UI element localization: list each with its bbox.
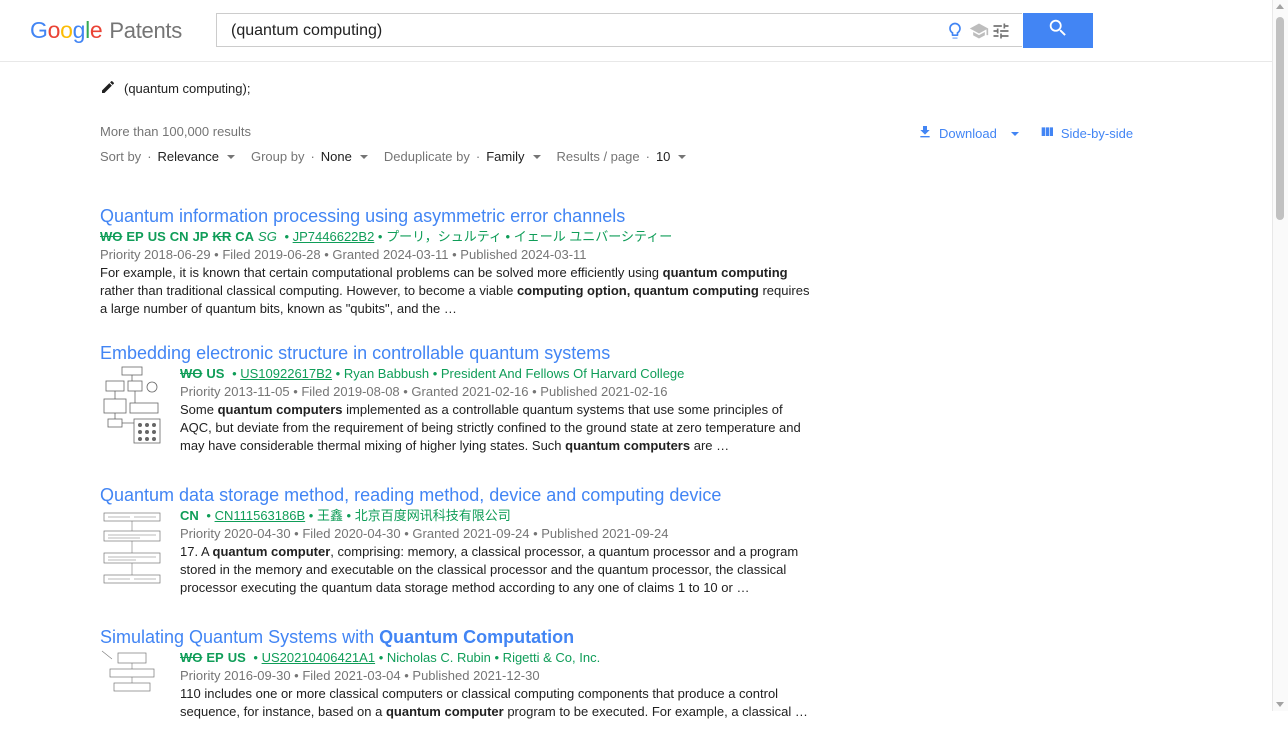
result-title[interactable]: Quantum data storage method, reading met… xyxy=(100,484,820,506)
result-item: Quantum data storage method, reading met… xyxy=(100,484,820,597)
scroll-up-arrow-icon[interactable] xyxy=(1276,4,1284,9)
result-assignees: 王鑫 • 北京百度网讯科技有限公司 xyxy=(317,508,511,523)
patent-drawing-thumbnail[interactable] xyxy=(100,365,162,447)
results-per-page-dropdown[interactable]: Results / page·10 xyxy=(557,149,687,164)
publication-number-link[interactable]: JP7446622B2 xyxy=(293,229,375,244)
caret-down-icon xyxy=(678,155,686,159)
result-snippet: Some quantum computers implemented as a … xyxy=(180,401,810,455)
lightbulb-icon[interactable] xyxy=(945,21,965,41)
result-line-countries: WOEPUS • US20210406421A1 • Nicholas C. R… xyxy=(180,649,810,667)
download-icon xyxy=(917,124,933,143)
result-item: Simulating Quantum Systems with Quantum … xyxy=(100,626,820,731)
result-snippet: 17. A quantum computer, comprising: memo… xyxy=(180,543,810,597)
sort-bar: Sort by·Relevance Group by·None Deduplic… xyxy=(100,149,702,164)
result-line-countries: WOEPUSCNJPKRCASG • JP7446622B2 • プーリ，シュル… xyxy=(100,228,810,246)
result-meta: WOEPUSCNJPKRCASG • JP7446622B2 • プーリ，シュル… xyxy=(100,228,810,318)
search-box[interactable] xyxy=(216,13,1022,47)
school-icon[interactable] xyxy=(969,21,989,41)
result-dates: Priority 2020-04-30 • Filed 2020-04-30 •… xyxy=(180,525,810,543)
side-by-side-button[interactable]: Side-by-side xyxy=(1039,124,1133,143)
header: GooglePatents xyxy=(0,0,1288,62)
result-title[interactable]: Simulating Quantum Systems with Quantum … xyxy=(100,626,820,648)
group-by-dropdown[interactable]: Group by·None xyxy=(251,149,368,164)
logo-product: Patents xyxy=(109,18,182,43)
results-count: More than 100,000 results xyxy=(100,124,251,139)
result-dates: Priority 2013-11-05 • Filed 2019-08-08 •… xyxy=(180,383,810,401)
result-item: Embedding electronic structure in contro… xyxy=(100,342,820,455)
google-patents-logo[interactable]: GooglePatents xyxy=(30,17,182,44)
caret-down-icon xyxy=(360,155,368,159)
result-assignees: Ryan Babbush • President And Fellows Of … xyxy=(344,366,685,381)
query-text: (quantum computing); xyxy=(124,81,250,96)
caret-down-icon xyxy=(1011,132,1019,136)
page-scrollbar[interactable] xyxy=(1272,0,1288,711)
result-line-countries: WOUS • US10922617B2 • Ryan Babbush • Pre… xyxy=(180,365,810,383)
download-button[interactable]: Download xyxy=(917,124,1019,143)
publication-number-link[interactable]: US10922617B2 xyxy=(240,366,332,381)
patent-drawing-thumbnail[interactable] xyxy=(100,507,162,589)
pencil-icon[interactable] xyxy=(100,79,116,98)
result-snippet: For example, it is known that certain co… xyxy=(100,264,810,318)
result-assignees: Nicholas C. Rubin • Rigetti & Co, Inc. xyxy=(387,650,600,665)
result-actions: Download Side-by-side xyxy=(917,124,1133,143)
scrollbar-thumb[interactable] xyxy=(1276,17,1284,220)
view-columns-icon xyxy=(1039,124,1055,143)
scroll-down-arrow-icon[interactable] xyxy=(1276,702,1284,707)
caret-down-icon xyxy=(533,155,541,159)
result-title[interactable]: Embedding electronic structure in contro… xyxy=(100,342,820,364)
result-meta: WOUS • US10922617B2 • Ryan Babbush • Pre… xyxy=(180,365,810,455)
result-item: Quantum information processing using asy… xyxy=(100,205,820,318)
tune-icon[interactable] xyxy=(991,21,1011,41)
caret-down-icon xyxy=(227,155,235,159)
result-snippet: 110 includes one or more classical compu… xyxy=(180,685,810,721)
result-dates: Priority 2018-06-29 • Filed 2019-06-28 •… xyxy=(100,246,810,264)
result-assignees: プーリ，シュルティ • イェール ユニバーシティー xyxy=(386,229,672,244)
deduplicate-by-dropdown[interactable]: Deduplicate by·Family xyxy=(384,149,541,164)
search-icon xyxy=(1047,17,1069,44)
result-title[interactable]: Quantum information processing using asy… xyxy=(100,205,820,227)
result-meta: WOEPUS • US20210406421A1 • Nicholas C. R… xyxy=(180,649,810,731)
result-meta: CN • CN111563186B • 王鑫 • 北京百度网讯科技有限公司 Pr… xyxy=(180,507,810,597)
search-button[interactable] xyxy=(1023,13,1093,48)
publication-number-link[interactable]: CN111563186B xyxy=(215,508,306,523)
search-input[interactable] xyxy=(229,20,933,42)
publication-number-link[interactable]: US20210406421A1 xyxy=(262,650,376,665)
query-chip[interactable]: (quantum computing); xyxy=(100,79,250,98)
patent-drawing-thumbnail[interactable] xyxy=(100,649,162,731)
sort-by-dropdown[interactable]: Sort by·Relevance xyxy=(100,149,235,164)
result-line-countries: CN • CN111563186B • 王鑫 • 北京百度网讯科技有限公司 xyxy=(180,507,810,525)
result-dates: Priority 2016-09-30 • Filed 2021-03-04 •… xyxy=(180,667,810,685)
